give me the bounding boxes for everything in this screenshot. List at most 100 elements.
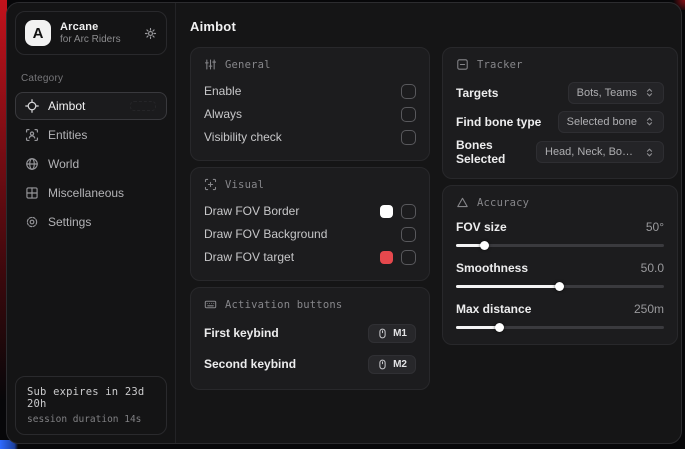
setting-row-targets: Targets Bots, Teams [456,80,664,105]
card-title: Visual [225,179,264,191]
second-keybind-button[interactable]: M2 [368,355,416,374]
bones-selected-select[interactable]: Head, Neck, Body, Pe... [536,141,664,163]
row-label: Draw FOV target [204,250,380,264]
unfold-icon [644,87,655,98]
app-subtitle: for Arc Riders [60,34,135,45]
grid-icon [25,186,39,200]
card-title: Accuracy [477,197,529,209]
card-general: General Enable Always Visibility check [190,47,430,161]
mouse-icon [377,359,388,370]
select-value: Selected bone [567,116,637,128]
card-accuracy: Accuracy FOV size 50° [442,185,678,345]
row-label: First keybind [204,326,368,340]
row-label: Max distance [456,302,634,316]
row-label: Second keybind [204,357,368,371]
subscription-card: Sub expires in 23d 20h session duration … [15,376,167,435]
always-checkbox[interactable] [401,107,416,122]
max-distance-value: 250m [634,302,664,316]
keybind-value: M2 [393,359,407,370]
page-title: Aimbot [190,19,678,34]
sidebar-item-settings[interactable]: Settings [15,208,167,236]
card-title: General [225,59,271,71]
settings-gear-icon[interactable] [144,27,157,40]
focus-icon [204,178,217,191]
fov-border-color-swatch[interactable] [380,205,393,218]
visibility-check-checkbox[interactable] [401,130,416,145]
fov-size-slider[interactable] [456,241,664,250]
logo-card: A Arcane for Arc Riders [15,11,167,55]
sidebar-item-aimbot[interactable]: Aimbot [15,92,167,120]
card-visual: Visual Draw FOV Border Draw FOV Backgrou… [190,167,430,281]
smoothness-value: 50.0 [641,261,664,275]
setting-row-find-bone-type: Find bone type Selected bone [456,109,664,134]
card-title: Activation buttons [225,299,342,311]
setting-row-draw-fov-target: Draw FOV target [204,246,416,268]
select-value: Bots, Teams [577,87,637,99]
setting-row-max-distance: Max distance 250m [456,300,664,332]
row-label: Targets [456,86,568,100]
select-value: Head, Neck, Body, Pe... [545,146,637,158]
setting-row-visibility-check: Visibility check [204,126,416,148]
row-label: Bones Selected [456,138,536,166]
fov-target-color-swatch[interactable] [380,251,393,264]
sub-expiry-text: Sub expires in 23d 20h [27,386,155,410]
setting-row-bones-selected: Bones Selected Head, Neck, Body, Pe... [456,138,664,166]
unfold-icon [644,147,655,158]
row-label: Visibility check [204,130,401,144]
slider-thumb[interactable] [495,323,504,332]
row-label: FOV size [456,220,646,234]
sidebar: A Arcane for Arc Riders Category [7,3,176,443]
setting-row-always: Always [204,103,416,125]
keybind-value: M1 [393,328,407,339]
max-distance-slider[interactable] [456,323,664,332]
slider-thumb[interactable] [555,282,564,291]
sidebar-item-miscellaneous[interactable]: Miscellaneous [15,179,167,207]
row-label: Draw FOV Border [204,204,380,218]
keyboard-icon [204,298,217,311]
draw-fov-target-checkbox[interactable] [401,250,416,265]
draw-fov-background-checkbox[interactable] [401,227,416,242]
sidebar-item-label: Aimbot [48,99,85,113]
gear-icon [25,215,39,229]
first-keybind-button[interactable]: M1 [368,324,416,343]
sidebar-nav: Aimbot Entities World [7,92,175,236]
sidebar-item-label: World [48,157,79,171]
mouse-icon [377,328,388,339]
triangle-icon [456,196,469,209]
slider-thumb[interactable] [480,241,489,250]
sidebar-item-label: Settings [48,215,91,229]
card-tracker: Tracker Targets Bots, Teams [442,47,678,179]
setting-row-first-keybind: First keybind M1 [204,320,416,346]
unfold-icon [644,116,655,127]
smoothness-slider[interactable] [456,282,664,291]
setting-row-draw-fov-border: Draw FOV Border [204,200,416,222]
target-lock-icon [456,58,469,71]
setting-row-draw-fov-background: Draw FOV Background [204,223,416,245]
targets-select[interactable]: Bots, Teams [568,82,664,104]
setting-row-fov-size: FOV size 50° [456,218,664,250]
row-label: Always [204,107,401,121]
row-label: Smoothness [456,261,641,275]
logo-text: Arcane for Arc Riders [60,21,135,45]
enable-checkbox[interactable] [401,84,416,99]
entities-icon [25,128,39,142]
sidebar-item-label: Entities [48,128,87,142]
sidebar-item-entities[interactable]: Entities [15,121,167,149]
draw-fov-border-checkbox[interactable] [401,204,416,219]
app-title: Arcane [60,21,135,33]
setting-row-smoothness: Smoothness 50.0 [456,259,664,291]
sliders-icon [204,58,217,71]
card-title: Tracker [477,59,523,71]
main-content: Aimbot General Enable [176,3,682,443]
sidebar-item-world[interactable]: World [15,150,167,178]
row-label: Find bone type [456,115,558,129]
aimbot-shortcut-ghost [130,101,156,111]
session-duration-text: session duration 14s [27,414,155,425]
setting-row-second-keybind: Second keybind M2 [204,351,416,377]
row-label: Draw FOV Background [204,227,401,241]
sidebar-item-label: Miscellaneous [48,186,124,200]
card-activation-buttons: Activation buttons First keybind M1 [190,287,430,390]
find-bone-type-select[interactable]: Selected bone [558,111,664,133]
row-label: Enable [204,84,401,98]
app-window: A Arcane for Arc Riders Category [6,2,682,444]
